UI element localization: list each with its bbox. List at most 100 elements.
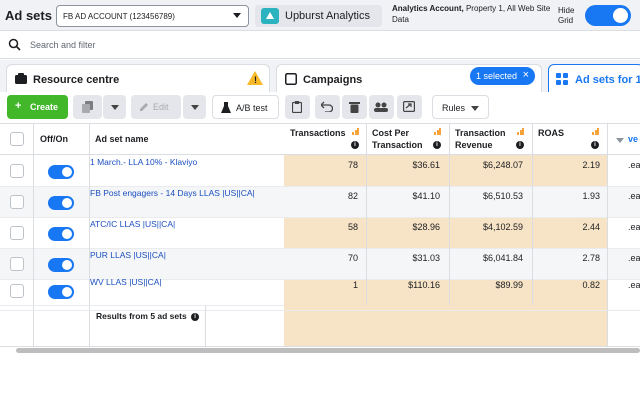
campaigns-label: Campaigns: [303, 74, 363, 86]
create-button[interactable]: + Create: [7, 95, 68, 119]
top-bar: Ad sets FB AD ACCOUNT (123456789) Upburs…: [0, 0, 640, 31]
ad-account-select[interactable]: FB AD ACCOUNT (123456789): [56, 5, 249, 27]
roas-cell: 2.44: [582, 222, 600, 232]
cpt-header-line2[interactable]: Transaction: [372, 140, 423, 151]
toggle-knob: [62, 198, 72, 208]
roas-header[interactable]: ROAS: [538, 128, 564, 139]
ad-set-name-link[interactable]: 1 March.- LLA 10% - Klaviyo: [90, 157, 197, 167]
export-button[interactable]: [397, 95, 422, 119]
extra-cell: .ea: [628, 160, 640, 170]
analytics-connector-button[interactable]: Upburst Analytics: [255, 5, 382, 27]
folder-icon: [285, 73, 297, 85]
ad-set-name-link[interactable]: PUR LLAS |US||CA|: [90, 250, 166, 260]
cpt-cell: $31.03: [412, 253, 440, 263]
info-icon[interactable]: i: [351, 141, 359, 149]
revenue-cell: $4,102.59: [482, 222, 523, 232]
info-icon[interactable]: i: [191, 313, 200, 321]
hide-grid-line2: Grid: [558, 16, 574, 25]
upburst-logo-icon: [261, 8, 279, 24]
tab-ad-sets[interactable]: Ad sets for 1 c: [548, 64, 640, 92]
revenue-cell: $6,510.53: [482, 191, 523, 201]
resource-centre-icon: [15, 73, 27, 84]
column-dropdown-icon[interactable]: [616, 138, 624, 143]
cpt-header-line1[interactable]: Cost Per: [372, 128, 409, 139]
sort-bars-icon[interactable]: [434, 128, 441, 135]
off-on-header: Off/On: [40, 134, 68, 144]
ad-set-name-link[interactable]: ATC/IC LLAS |US||CA|: [90, 219, 175, 229]
audience-button[interactable]: [369, 95, 394, 119]
edit-button[interactable]: Edit: [131, 95, 181, 119]
row-checkbox[interactable]: [10, 164, 24, 178]
chevron-down-icon: [233, 13, 241, 18]
extra-column-header[interactable]: ve: [628, 134, 638, 145]
row-toggle[interactable]: [48, 196, 74, 210]
info-icon[interactable]: i: [433, 141, 441, 149]
transactions-cell: 70: [347, 253, 358, 263]
row-checkbox[interactable]: [10, 195, 24, 209]
analytics-account-info: Analytics Account, Property 1, All Web S…: [392, 3, 560, 25]
panel-tabs: Resource centre ! Campaigns Ad sets for …: [0, 60, 640, 92]
ab-test-button[interactable]: A/B test: [212, 95, 279, 119]
sort-bars-icon[interactable]: [352, 128, 359, 135]
clipboard-icon: [292, 101, 302, 113]
row-checkbox[interactable]: [10, 226, 24, 240]
row-checkbox[interactable]: [10, 257, 24, 271]
horizontal-scrollbar[interactable]: [16, 348, 640, 353]
info-icon[interactable]: i: [591, 141, 599, 149]
tab-resource-centre[interactable]: Resource centre !: [6, 64, 270, 92]
toggle-knob: [62, 287, 72, 297]
duplicate-dropdown-button[interactable]: [103, 95, 126, 119]
ad-set-name-header[interactable]: Ad set name: [95, 134, 149, 145]
row-divider: [0, 305, 284, 306]
ad-set-name-link[interactable]: WV LLAS |US||CA|: [90, 277, 162, 287]
resource-centre-label: Resource centre: [33, 74, 120, 86]
row-toggle[interactable]: [48, 165, 74, 179]
row-toggle[interactable]: [48, 285, 74, 299]
info-icon[interactable]: i: [516, 141, 524, 149]
people-icon: [374, 102, 388, 112]
select-all-checkbox[interactable]: [10, 132, 24, 146]
delete-draft-button[interactable]: [285, 95, 310, 119]
ad-set-name-link[interactable]: FB Post engagers - 14 Days LLAS |US||CA|: [90, 188, 255, 198]
column-divider: [205, 305, 206, 346]
toggle-knob: [62, 260, 72, 270]
delete-button[interactable]: [342, 95, 367, 119]
table-bottom-border: [0, 346, 640, 347]
edit-dropdown-button[interactable]: [183, 95, 206, 119]
search-input[interactable]: [30, 37, 430, 53]
ab-test-label: A/B test: [236, 103, 268, 113]
transactions-cell: 1: [352, 280, 358, 290]
revenue-header-line1[interactable]: Transaction: [455, 128, 506, 139]
table-row[interactable]: 1 March.- LLA 10% - Klaviyo 78 $36.61 $6…: [0, 156, 640, 187]
table-row[interactable]: WV LLAS |US||CA| 1 $110.16 $89.99 0.82 .…: [0, 277, 640, 311]
selected-badge[interactable]: 1 selected ×: [470, 67, 535, 85]
duplicate-button[interactable]: [73, 95, 102, 119]
pencil-icon: [140, 103, 148, 111]
roas-cell: 1.93: [582, 191, 600, 201]
cpt-cell: $36.61: [412, 160, 440, 170]
column-divider: [89, 124, 90, 346]
close-icon[interactable]: ×: [523, 69, 529, 81]
extra-cell: .ea: [628, 253, 640, 263]
sort-bars-icon[interactable]: [517, 128, 524, 135]
row-toggle[interactable]: [48, 258, 74, 272]
hide-grid-toggle[interactable]: [585, 5, 631, 26]
undo-button[interactable]: [315, 95, 340, 119]
revenue-cell: $6,248.07: [482, 160, 523, 170]
transactions-cell: 58: [347, 222, 358, 232]
toolbar: + Create Edit A/B test Rules: [0, 92, 640, 124]
transactions-header[interactable]: Transactions: [290, 128, 346, 139]
table-row[interactable]: ATC/IC LLAS |US||CA| 58 $28.96 $4,102.59…: [0, 218, 640, 249]
row-checkbox[interactable]: [10, 284, 24, 298]
rules-button[interactable]: Rules: [432, 95, 489, 119]
ad-account-value: FB AD ACCOUNT (123456789): [63, 12, 175, 21]
edit-label: Edit: [153, 102, 169, 112]
row-toggle[interactable]: [48, 227, 74, 241]
sort-bars-icon[interactable]: [592, 128, 599, 135]
extra-cell: .ea: [628, 191, 640, 201]
duplicate-icon: [82, 101, 93, 113]
revenue-header-line2[interactable]: Revenue: [455, 140, 493, 151]
roas-cell: 2.19: [582, 160, 600, 170]
table-row[interactable]: PUR LLAS |US||CA| 70 $31.03 $6,041.84 2.…: [0, 249, 640, 280]
table-row[interactable]: FB Post engagers - 14 Days LLAS |US||CA|…: [0, 187, 640, 218]
